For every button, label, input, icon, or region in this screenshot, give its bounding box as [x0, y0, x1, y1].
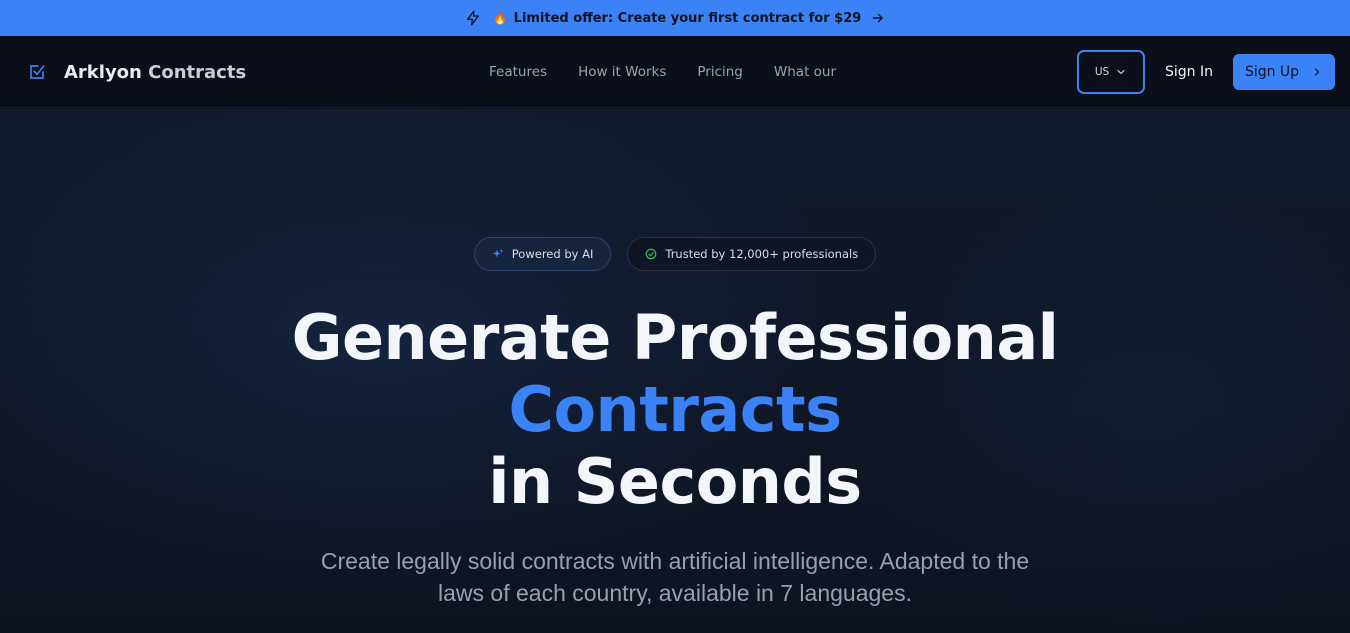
nav-link-what-our[interactable]: What our: [774, 64, 836, 80]
language-value: US: [1094, 66, 1110, 78]
chevron-right-icon: [1314, 68, 1320, 76]
lightning-icon: [466, 10, 479, 26]
arrow-right-icon: [872, 13, 884, 23]
fire-icon: 🔥: [492, 11, 508, 25]
nav-links: Features How it Works Pricing What our: [489, 36, 836, 108]
headline-line-1: Generate Professional: [291, 301, 1059, 374]
hero-headline: Generate Professional Contracts in Secon…: [0, 302, 1350, 518]
contract-check-icon: [30, 65, 45, 79]
badge-trust-text: Trusted by 12,000+ professionals: [665, 247, 859, 261]
check-circle-icon: [646, 248, 657, 260]
trusted-badge: Trusted by 12,000+ professionals: [627, 237, 877, 271]
nav-link-features[interactable]: Features: [489, 64, 547, 80]
headline-line-3: in Seconds: [488, 445, 862, 518]
sign-up-label: Sign Up: [1244, 64, 1300, 80]
hero-subtitle: Create legally solid contracts with arti…: [0, 545, 1350, 609]
badge-ai-text: Powered by AI: [511, 247, 594, 261]
language-select[interactable]: US: [1077, 50, 1145, 94]
promo-banner[interactable]: 🔥 Limited offer: Create your first contr…: [0, 0, 1350, 36]
nav-link-how-it-works[interactable]: How it Works: [578, 64, 666, 80]
sign-in-link[interactable]: Sign In: [1165, 36, 1213, 108]
nav-link-pricing[interactable]: Pricing: [697, 64, 743, 80]
sparkles-icon: [492, 249, 504, 258]
sign-up-button[interactable]: Sign Up: [1233, 54, 1335, 90]
brand-name: Arklyon Contracts: [64, 61, 247, 83]
hero-badges: Powered by AI Trusted by 12,000+ profess…: [0, 237, 1350, 271]
subtitle-line-1: Create legally solid contracts with arti…: [320, 548, 1030, 574]
top-navigation: Arklyon Contracts Features How it Works …: [0, 36, 1350, 108]
brand-logo-link[interactable]: Arklyon Contracts: [28, 36, 246, 108]
headline-accent: Contracts: [508, 373, 842, 446]
powered-by-ai-badge: Powered by AI: [473, 237, 612, 271]
chevron-down-icon: [1117, 69, 1125, 75]
promo-text: Limited offer: Create your first contrac…: [513, 10, 862, 26]
subtitle-line-2: laws of each country, available in 7 lan…: [438, 580, 912, 606]
